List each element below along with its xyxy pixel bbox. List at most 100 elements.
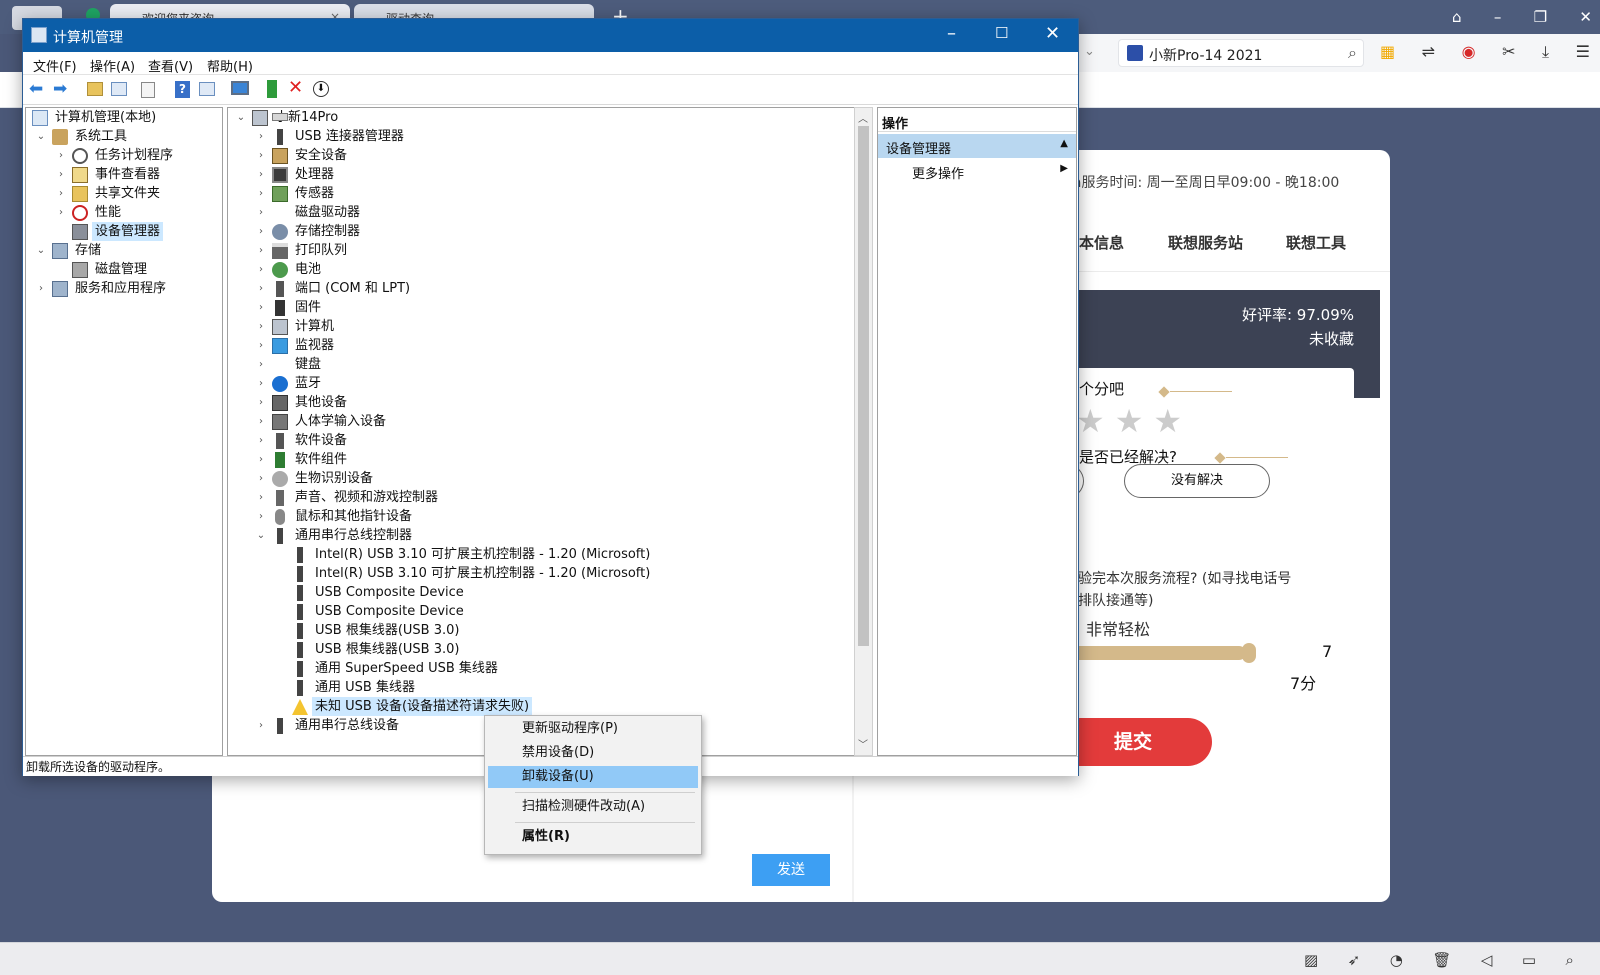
device-tree-item[interactable]: 软件组件 xyxy=(292,450,350,469)
expand-chevron-icon[interactable]: › xyxy=(256,512,266,522)
maximize-button[interactable]: ☐ xyxy=(995,24,1008,42)
device-tree-item[interactable]: 打印队列 xyxy=(292,241,350,260)
speed-icon[interactable]: ◔ xyxy=(1390,951,1403,969)
not-resolved-button[interactable]: 没有解决 xyxy=(1124,464,1270,498)
send-button[interactable]: 发送 xyxy=(752,854,830,886)
device-tree-item[interactable]: 监视器 xyxy=(292,336,337,355)
context-menu-item[interactable]: 属性(R) xyxy=(488,826,698,848)
console-tree-item[interactable]: 系统工具 xyxy=(72,127,130,146)
restore-icon[interactable]: ❐ xyxy=(1534,8,1547,26)
device-tree-item[interactable]: 蓝牙 xyxy=(292,374,324,393)
actions-section[interactable]: 设备管理器 ▲ xyxy=(878,134,1076,158)
collapse-chevron-icon[interactable]: ⌄ xyxy=(236,113,246,123)
context-menu-item[interactable]: 更新驱动程序(P) xyxy=(488,718,698,740)
window-icon[interactable]: ▭ xyxy=(1522,951,1536,969)
scroll-up-icon[interactable]: ︿ xyxy=(858,110,868,125)
device-tree-item[interactable]: 生物识别设备 xyxy=(292,469,376,488)
expand-chevron-icon[interactable]: › xyxy=(256,721,266,731)
expand-chevron-icon[interactable]: › xyxy=(56,208,66,218)
chevron-down-icon[interactable]: ⌄ xyxy=(1084,44,1095,59)
collapse-icon[interactable]: ▲ xyxy=(1060,138,1068,149)
expand-chevron-icon[interactable]: › xyxy=(256,398,266,408)
context-menu-item[interactable]: 扫描检测硬件改动(A) xyxy=(488,796,698,818)
expand-chevron-icon[interactable]: › xyxy=(56,170,66,180)
expand-chevron-icon[interactable]: › xyxy=(256,341,266,351)
device-tree-item[interactable]: 安全设备 xyxy=(292,146,350,165)
device-tree-item[interactable]: 通用 SuperSpeed USB 集线器 xyxy=(312,659,501,678)
expand-chevron-icon[interactable]: › xyxy=(56,189,66,199)
menu-icon[interactable]: ☰ xyxy=(1576,42,1590,62)
device-tree-item[interactable]: 未知 USB 设备(设备描述符请求失败) xyxy=(312,697,533,716)
expand-chevron-icon[interactable]: › xyxy=(256,474,266,484)
expand-chevron-icon[interactable]: › xyxy=(256,360,266,370)
expand-chevron-icon[interactable]: › xyxy=(256,379,266,389)
device-tree-item[interactable]: 处理器 xyxy=(292,165,337,184)
zoom-icon[interactable]: ⌕ xyxy=(1566,951,1574,969)
adblock-icon[interactable]: ◉ xyxy=(1462,42,1476,62)
scissors-icon[interactable]: ✂ xyxy=(1502,42,1515,62)
expand-chevron-icon[interactable]: › xyxy=(256,189,266,199)
expand-chevron-icon[interactable]: › xyxy=(256,151,266,161)
console-tree-item[interactable]: 存储 xyxy=(72,241,104,260)
menu-file[interactable]: 文件(F) xyxy=(33,56,77,75)
monitor-icon[interactable] xyxy=(231,81,249,95)
scrollbar[interactable]: ︿ ﹀ xyxy=(854,107,873,756)
rating-stars[interactable]: ★★★ xyxy=(1076,402,1192,440)
favorite-status[interactable]: 未收藏 xyxy=(1309,328,1354,349)
device-tree-item[interactable]: 磁盘驱动器 xyxy=(292,203,363,222)
nav-service-station[interactable]: 联想服务站 xyxy=(1168,232,1243,253)
console-tree-item[interactable]: 计算机管理(本地) xyxy=(52,108,159,127)
search-icon[interactable]: ⌕ xyxy=(1348,43,1357,63)
minimize-icon[interactable]: – xyxy=(1494,8,1502,26)
help-icon[interactable]: ? xyxy=(175,81,190,98)
back-icon[interactable]: ⬅ xyxy=(29,79,43,99)
device-tree-item[interactable]: 声音、视频和游戏控制器 xyxy=(292,488,441,507)
menu-action[interactable]: 操作(A) xyxy=(90,56,135,75)
context-menu-item[interactable]: 禁用设备(D) xyxy=(488,742,698,764)
device-tree-item[interactable]: Intel(R) USB 3.10 可扩展主机控制器 - 1.20 (Micro… xyxy=(312,564,653,583)
device-tree-item[interactable]: 通用串行总线设备 xyxy=(292,716,402,735)
device-tree-item[interactable]: USB 连接器管理器 xyxy=(292,127,407,146)
device-tree-item[interactable]: 通用 USB 集线器 xyxy=(312,678,418,697)
action-pane-icon[interactable] xyxy=(199,82,215,96)
device-tree-item[interactable]: USB Composite Device xyxy=(312,602,467,621)
console-tree-item[interactable]: 性能 xyxy=(92,203,124,222)
expand-chevron-icon[interactable]: › xyxy=(256,493,266,503)
expand-chevron-icon[interactable]: › xyxy=(256,170,266,180)
ease-slider[interactable] xyxy=(1054,643,1306,663)
download-icon[interactable]: ⤓ xyxy=(1542,42,1549,62)
device-tree-item[interactable]: 键盘 xyxy=(292,355,324,374)
expand-chevron-icon[interactable]: › xyxy=(256,246,266,256)
minimize-button[interactable]: – xyxy=(947,23,956,44)
expand-chevron-icon[interactable]: › xyxy=(256,303,266,313)
rocket-icon[interactable]: ➶ xyxy=(1348,951,1361,969)
device-tree-item[interactable]: 通用串行总线控制器 xyxy=(292,526,415,545)
menu-help[interactable]: 帮助(H) xyxy=(207,56,253,75)
expand-chevron-icon[interactable]: › xyxy=(256,132,266,142)
device-tree-item[interactable]: 传感器 xyxy=(292,184,337,203)
expand-chevron-icon[interactable]: › xyxy=(56,151,66,161)
expand-chevron-icon[interactable]: › xyxy=(256,208,266,218)
close-icon[interactable]: ✕ xyxy=(1579,8,1592,26)
console-tree-item[interactable]: 服务和应用程序 xyxy=(72,279,169,298)
expand-chevron-icon[interactable]: › xyxy=(256,417,266,427)
apps-grid-icon[interactable]: ▦ xyxy=(1380,42,1395,62)
search-box[interactable]: 小新Pro-14 2021 ⌕ xyxy=(1118,39,1364,67)
device-tree-item[interactable]: 计算机 xyxy=(292,317,337,336)
device-tree-item[interactable]: 电池 xyxy=(292,260,324,279)
collapse-chevron-icon[interactable]: ⌄ xyxy=(36,132,46,142)
scroll-down-icon[interactable]: ﹀ xyxy=(858,736,868,751)
collapse-chevron-icon[interactable]: ⌄ xyxy=(36,246,46,256)
image-icon[interactable]: ▨ xyxy=(1304,951,1318,969)
up-folder-icon[interactable] xyxy=(87,82,103,96)
console-tree-item[interactable]: 事件查看器 xyxy=(92,165,163,184)
shirt-icon[interactable]: ⌂ xyxy=(1452,8,1462,26)
device-tree-item[interactable]: USB Composite Device xyxy=(312,583,467,602)
console-tree-item[interactable]: 磁盘管理 xyxy=(92,260,150,279)
forward-icon[interactable]: ➡ xyxy=(53,79,67,99)
slider-thumb[interactable] xyxy=(1242,643,1257,663)
speaker-icon[interactable]: ◁ xyxy=(1481,951,1493,969)
device-tree-item[interactable]: 人体学输入设备 xyxy=(292,412,389,431)
device-tree-item[interactable]: 其他设备 xyxy=(292,393,350,412)
device-tree-item[interactable]: 软件设备 xyxy=(292,431,350,450)
